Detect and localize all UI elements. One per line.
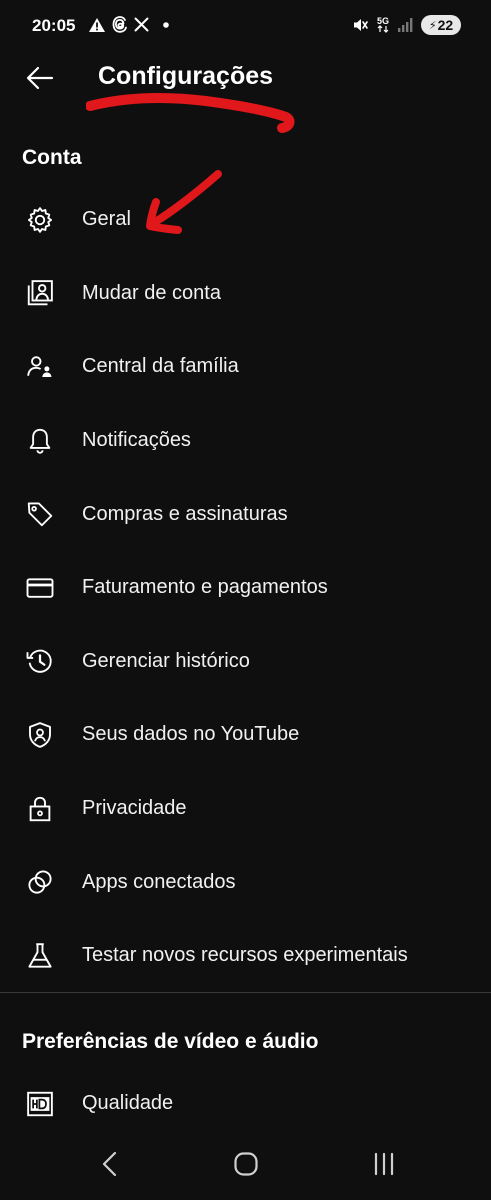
page-title: Configurações [98,62,274,90]
warning-icon [89,17,105,32]
system-nav-bar [0,1130,491,1200]
hd-icon [24,1088,56,1120]
menu-item-faturamento-e-pagamentos[interactable]: Faturamento e pagamentos [0,551,491,625]
arrow-left-icon [26,66,54,90]
menu-item-seus-dados-no-youtube[interactable]: Seus dados no YouTube [0,698,491,772]
status-left-icons [88,16,171,33]
nav-back-button[interactable] [88,1144,132,1184]
nav-home-button[interactable] [224,1144,268,1184]
family-icon [24,351,56,383]
x-icon [134,17,149,32]
battery-level: 22 [437,17,454,33]
section-title-preferencias: Preferências de vídeo e áudio [22,1030,319,1053]
credit-card-icon [24,572,56,604]
data-arrows-icon [377,25,389,33]
menu-item-label: Compras e assinaturas [82,502,288,525]
menu-item-privacidade[interactable]: Privacidade [0,772,491,846]
section-title-conta: Conta [22,146,82,169]
settings-screen: 20:05 5G ⚡ 22 Configurações Conta Geral … [0,0,491,1200]
shield-person-icon [24,719,56,751]
threads-icon [112,16,127,33]
status-time: 20:05 [32,16,76,35]
home-nav-icon [234,1152,258,1176]
linked-circles-icon [24,866,56,898]
signal-icon [398,18,413,32]
network-label: 5G [376,16,389,26]
menu-item-label: Faturamento e pagamentos [82,576,328,599]
lock-icon [24,793,56,825]
menu-item-gerenciar-historico[interactable]: Gerenciar histórico [0,625,491,699]
charging-bolt-icon: ⚡ [428,19,437,32]
history-icon [24,645,56,677]
back-button[interactable] [20,58,60,98]
recents-nav-icon [374,1152,394,1176]
menu-item-central-da-familia[interactable]: Central da família [0,330,491,404]
menu-item-notificacoes[interactable]: Notificações [0,404,491,478]
annotation-underline [86,93,295,133]
menu-item-label: Seus dados no YouTube [82,723,300,746]
annotation-arrow [146,170,222,234]
menu-item-label: Privacidade [82,797,187,820]
menu-item-label: Testar novos recursos experimentais [82,944,408,967]
menu-item-apps-conectados[interactable]: Apps conectados [0,845,491,919]
dot-icon [163,21,169,28]
menu-item-label: Geral [82,208,131,231]
battery-icon: ⚡ 22 [421,15,461,35]
menu-item-label: Gerenciar histórico [82,649,250,672]
status-right-icons: 5G ⚡ 22 [351,15,461,35]
tag-icon [24,498,56,530]
menu-item-mudar-de-conta[interactable]: Mudar de conta [0,257,491,331]
gear-icon [24,204,56,236]
menu-item-compras-e-assinaturas[interactable]: Compras e assinaturas [0,477,491,551]
menu-item-geral[interactable]: Geral [0,183,491,257]
status-bar: 20:05 5G ⚡ 22 [0,0,491,54]
bell-icon [24,425,56,457]
menu-item-label: Mudar de conta [82,281,221,304]
menu-item-label: Qualidade [82,1092,174,1115]
mute-icon [353,19,368,31]
menu-item-label: Central da família [82,355,239,378]
section-divider [0,992,491,993]
menu-item-testar-novos-recursos[interactable]: Testar novos recursos experimentais [0,919,491,993]
5g-icon: 5G [377,17,389,33]
flask-icon [24,940,56,972]
account-menu: Geral Mudar de conta Central da família … [0,183,491,993]
nav-recents-button[interactable] [362,1144,406,1184]
menu-item-label: Apps conectados [82,870,236,893]
menu-item-label: Notificações [82,429,191,452]
back-nav-icon [102,1151,117,1177]
switch-account-icon [24,277,56,309]
